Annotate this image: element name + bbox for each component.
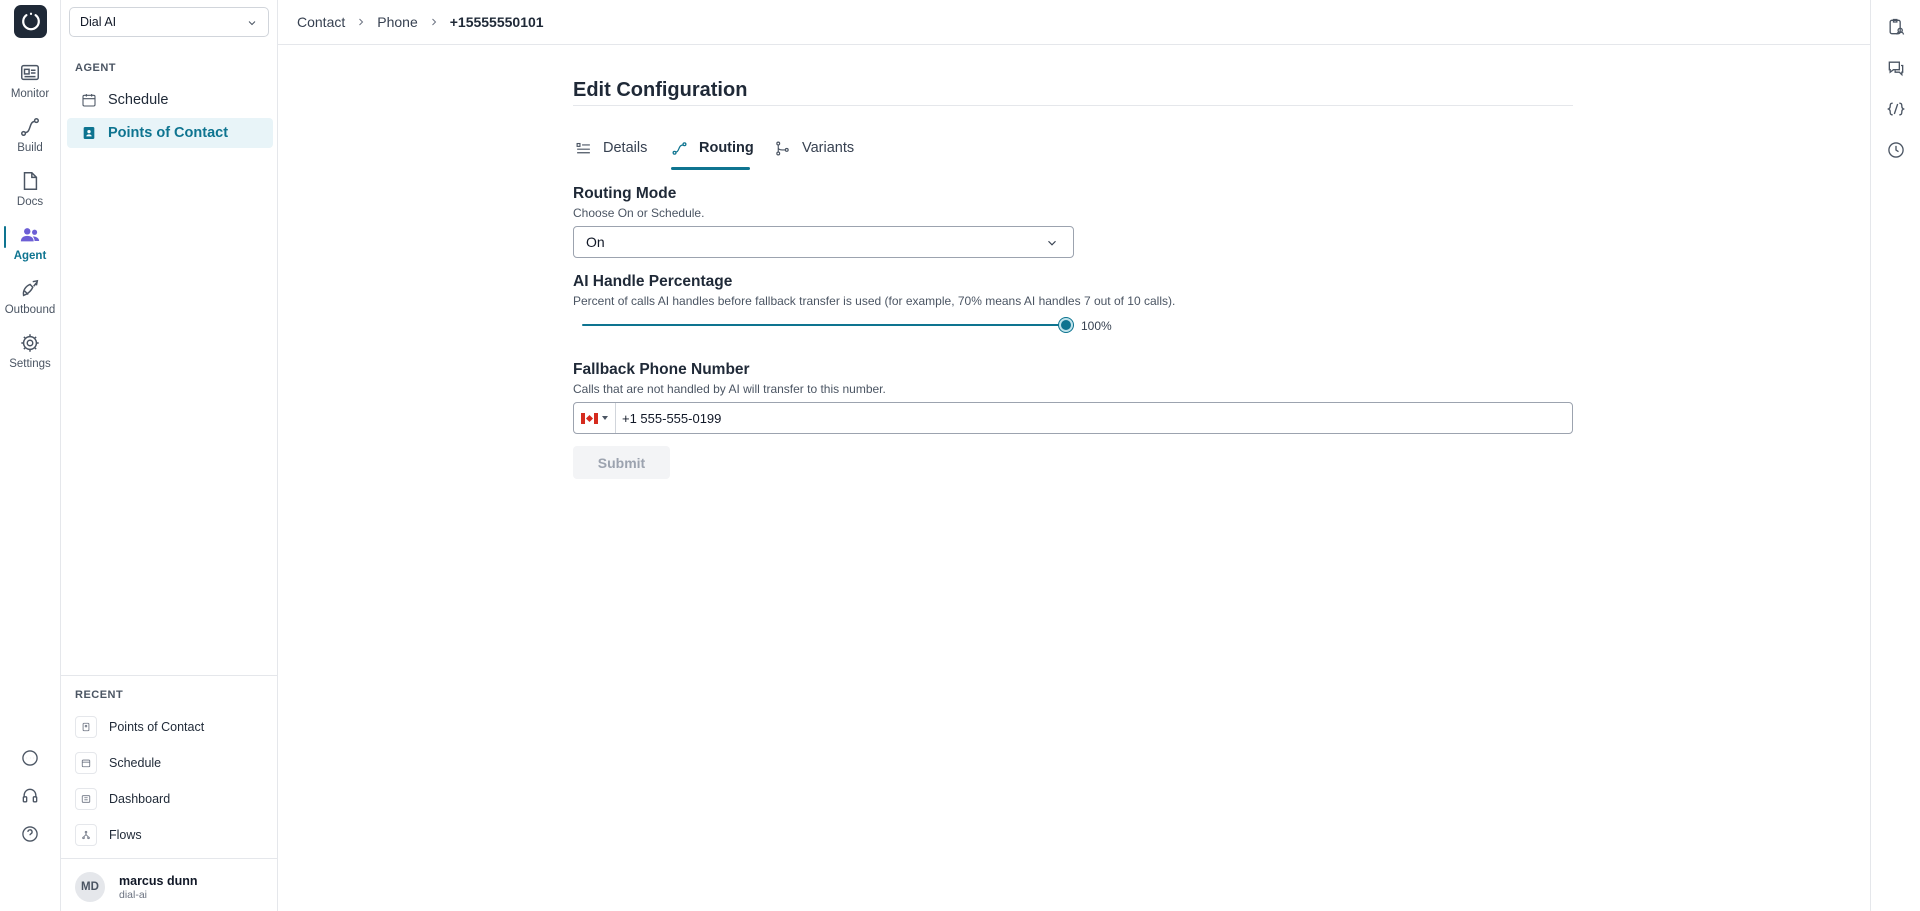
app-root: Monitor Build Docs Agent Outbound Settin… <box>0 0 1920 911</box>
caret-down-icon <box>602 416 608 420</box>
ai-handle-slider-track[interactable] <box>582 324 1066 326</box>
rail-item-agent[interactable]: Agent <box>0 222 60 272</box>
rail-item-label: Docs <box>16 196 44 208</box>
docs-icon <box>23 172 38 190</box>
support-icon[interactable] <box>20 786 40 806</box>
chevron-down-icon <box>1048 240 1056 246</box>
dashboard-icon <box>81 795 91 803</box>
tab-label: Routing <box>699 140 754 156</box>
active-tab-indicator <box>671 167 750 170</box>
primary-rail: Monitor Build Docs Agent Outbound Settin… <box>0 0 61 911</box>
routing-mode-select[interactable]: On <box>573 226 1074 258</box>
title-divider <box>573 105 1573 106</box>
tab-label: Details <box>603 140 648 156</box>
recent-item-label: Schedule <box>109 756 162 770</box>
ai-handle-value: 100% <box>1081 319 1112 333</box>
recent-item-label: Flows <box>109 828 142 842</box>
breadcrumb-contact[interactable]: Contact <box>297 14 345 30</box>
tab-label: Variants <box>802 140 855 156</box>
user-name: marcus dunn <box>119 873 198 888</box>
rail-item-label: Build <box>17 142 43 154</box>
outbound-icon <box>22 279 39 297</box>
recent-item-flows[interactable]: Flows <box>75 823 142 847</box>
code-icon[interactable] <box>1886 99 1906 119</box>
ai-handle-slider-thumb[interactable] <box>1059 318 1073 332</box>
chevron-right-icon <box>431 18 436 26</box>
routing-mode-help: Choose On or Schedule. <box>573 206 705 220</box>
tab-details[interactable]: Details <box>575 137 647 159</box>
recent-item-label: Points of Contact <box>109 720 205 734</box>
list-details-icon <box>576 142 590 153</box>
page-title: Edit Configuration <box>573 79 748 101</box>
rail-item-build[interactable]: Build <box>0 114 60 164</box>
route-icon <box>672 141 687 155</box>
build-icon <box>21 118 39 136</box>
breadcrumb-phone[interactable]: Phone <box>377 14 417 30</box>
sidebar-item-points-of-contact[interactable]: Points of Contact <box>67 118 273 148</box>
ai-handle-label: AI Handle Percentage <box>573 273 733 290</box>
recent-item-label: Dashboard <box>109 792 171 806</box>
git-branch-icon <box>776 141 789 155</box>
clipboard-user-icon[interactable] <box>1886 17 1906 37</box>
chevron-down-icon <box>248 21 256 26</box>
gear-icon <box>21 334 39 352</box>
fallback-phone-help: Calls that are not handled by AI will tr… <box>573 382 886 396</box>
recent-item-schedule[interactable]: Schedule <box>75 751 161 775</box>
canada-flag-icon <box>581 412 598 424</box>
breadcrumb: Contact Phone +15555550101 <box>278 0 1870 45</box>
workspace-select-value: Dial AI <box>80 15 117 29</box>
workspace-select[interactable]: Dial AI <box>69 7 269 37</box>
history-icon[interactable] <box>1886 140 1906 160</box>
user-org: dial-ai <box>119 888 148 901</box>
submit-button[interactable]: Submit <box>573 446 670 479</box>
tab-routing[interactable]: Routing <box>671 137 754 159</box>
rail-item-docs[interactable]: Docs <box>0 168 60 218</box>
user-divider <box>61 858 278 859</box>
fallback-phone-input[interactable] <box>616 404 1572 432</box>
contact-book-icon <box>83 127 95 139</box>
recent-section-label: RECENT <box>75 689 124 701</box>
sidebar-section-label: AGENT <box>75 62 116 74</box>
rail-item-outbound[interactable]: Outbound <box>0 276 60 326</box>
avatar: MD <box>75 872 105 902</box>
user-profile[interactable]: MD marcus dunn dial-ai <box>75 872 198 902</box>
rail-item-label: Settings <box>9 358 51 370</box>
rail-item-monitor[interactable]: Monitor <box>0 60 60 110</box>
routing-mode-value: On <box>586 234 605 250</box>
recent-item-points-of-contact[interactable]: Points of Contact <box>75 715 204 739</box>
calendar-icon <box>82 94 96 107</box>
sidebar-item-label: Schedule <box>108 92 169 108</box>
routing-mode-label: Routing Mode <box>573 185 677 202</box>
flow-icon <box>82 830 90 840</box>
contact-book-icon <box>82 722 90 732</box>
chevron-right-icon <box>359 18 364 26</box>
rail-item-label: Agent <box>13 250 47 262</box>
sidebar-divider <box>61 675 278 676</box>
country-select[interactable] <box>574 403 616 433</box>
sidebar-item-label: Points of Contact <box>108 125 229 141</box>
monitor-icon <box>21 64 39 81</box>
recent-item-dashboard[interactable]: Dashboard <box>75 787 170 811</box>
agent-icon <box>20 228 40 242</box>
right-rail <box>1870 0 1920 911</box>
tab-variants[interactable]: Variants <box>774 137 854 159</box>
rail-item-settings[interactable]: Settings <box>0 330 60 380</box>
app-logo[interactable] <box>14 5 47 38</box>
sidebar-item-schedule[interactable]: Schedule <box>67 85 273 115</box>
chat-icon[interactable] <box>20 748 40 768</box>
breadcrumb-current: +15555550101 <box>449 14 544 30</box>
logo-icon <box>21 12 40 30</box>
fallback-phone-field <box>573 402 1573 434</box>
rail-item-label: Outbound <box>4 304 56 316</box>
calendar-icon <box>81 759 91 768</box>
comments-icon[interactable] <box>1886 58 1906 78</box>
ai-handle-help: Percent of calls AI handles before fallb… <box>573 294 1176 308</box>
help-icon[interactable] <box>20 824 40 844</box>
secondary-sidebar: Dial AI AGENT Schedule Points of Contact… <box>61 0 278 911</box>
fallback-phone-label: Fallback Phone Number <box>573 361 750 378</box>
rail-item-label: Monitor <box>10 88 50 100</box>
